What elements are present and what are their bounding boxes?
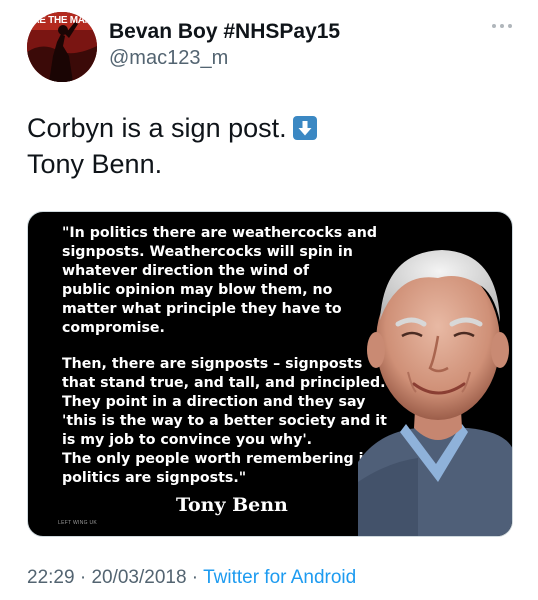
quote-line: signposts. Weathercocks will spin in [62,244,353,260]
quote-line: that stand true, and tall, and principle… [62,375,386,391]
tweet-source-link[interactable]: Twitter for Android [203,567,356,588]
quote-line: The only people worth remembering in [62,451,374,467]
tweet-media-image[interactable]: "In politics there are weathercocks and … [27,211,513,537]
quote-line: They point in a direction and they say [62,394,366,410]
quote-line: politics are signposts." [62,470,247,486]
more-options-button[interactable] [486,14,518,38]
separator: · [186,567,204,588]
more-icon [492,24,496,28]
down-arrow-emoji [292,116,317,140]
more-icon [508,24,512,28]
more-icon [500,24,504,28]
user-handle[interactable]: @mac123_m [109,47,228,70]
tweet-text: Corbyn is a sign post. Tony Benn. [27,110,507,182]
watermark: LEFT WING UK [58,520,98,526]
quote-line: 'this is the way to a better society and… [62,413,387,429]
quote-line: Then, there are signposts – signposts [62,356,363,372]
tweet: AE THE MAN Bevan Boy #NHSPay15 @mac123_m… [0,0,538,600]
portrait-photo [358,250,512,536]
quote-line: compromise. [62,320,165,336]
separator: · [74,567,92,588]
tweet-date[interactable]: 20/03/2018 [91,567,186,588]
tweet-metadata: 22:29 · 20/03/2018 · Twitter for Android [27,567,356,589]
quote-attribution: Tony Benn [176,494,288,516]
display-name[interactable]: Bevan Boy #NHSPay15 [109,20,340,44]
quote-text: "In politics there are weathercocks and … [62,224,387,488]
tweet-text-line-2: Tony Benn. [27,149,163,179]
quote-line: public opinion may blow them, no [62,282,333,298]
quote-line: whatever direction the wind of [62,263,309,279]
tweet-text-line: Corbyn is a sign post. [27,110,507,146]
quote-line: matter what principle they have to [62,301,342,317]
tweet-text-line-1: Corbyn is a sign post. [27,113,287,143]
tweet-time[interactable]: 22:29 [27,567,75,588]
avatar[interactable]: AE THE MAN [27,12,97,82]
quote-line: is my job to convince you why'. [62,432,313,448]
quote-line: "In politics there are weathercocks and [62,225,377,241]
avatar-label: AE THE MAN [32,15,92,26]
